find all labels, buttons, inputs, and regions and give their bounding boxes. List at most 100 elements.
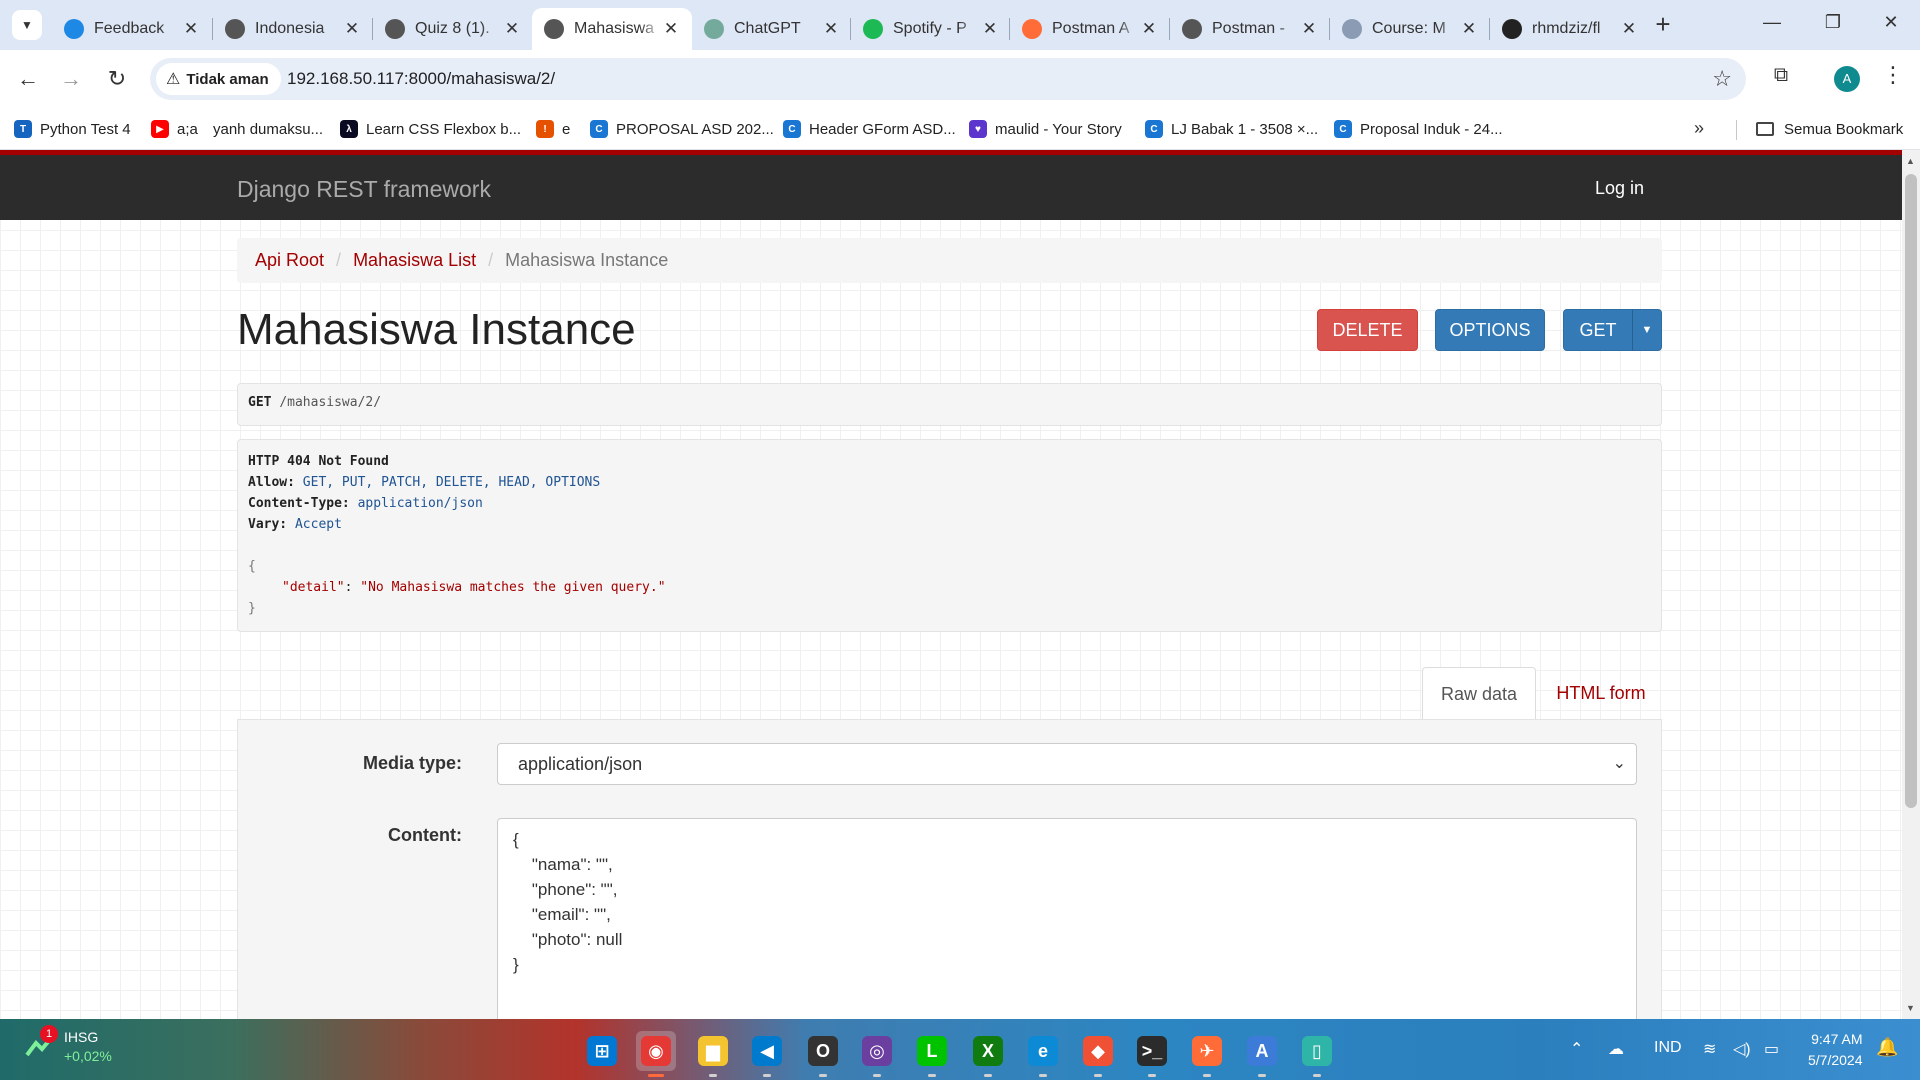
bookmark-item[interactable]: C PROPOSAL ASD 202... — [590, 116, 774, 142]
browser-tab[interactable]: Spotify - P ✕ — [851, 8, 1011, 50]
tab-search-button[interactable]: ▼ — [12, 10, 42, 40]
camera-app-icon[interactable]: ◎ — [857, 1031, 897, 1071]
tab-close-icon[interactable]: ✕ — [1300, 19, 1318, 39]
media-type-select[interactable]: application/json ⌄ — [497, 743, 1637, 785]
options-button[interactable]: OPTIONS — [1435, 309, 1545, 351]
canva-icon: C — [1145, 120, 1163, 138]
terminal-icon[interactable]: >_ — [1132, 1031, 1172, 1071]
tab-html-form[interactable]: HTML form — [1540, 667, 1662, 720]
restore-icon: ❐ — [1824, 12, 1842, 32]
delete-button[interactable]: DELETE — [1317, 309, 1418, 351]
vscode-icon[interactable]: ◀ — [747, 1031, 787, 1071]
notepad-icon[interactable]: ▯ — [1297, 1031, 1337, 1071]
bookmark-item[interactable]: C Proposal Induk - 24... — [1334, 116, 1503, 142]
browser-tab[interactable]: ChatGPT ✕ — [692, 8, 852, 50]
tab-close-icon[interactable]: ✕ — [1460, 19, 1478, 39]
scroll-down-arrow-icon[interactable]: ▼ — [1906, 1003, 1915, 1013]
tab-close-icon[interactable]: ✕ — [1140, 19, 1158, 39]
running-indicator — [763, 1074, 771, 1077]
tab-close-icon[interactable]: ✕ — [981, 19, 999, 39]
bookmark-item[interactable]: ♥ maulid - Your Story — [969, 116, 1122, 142]
profile-avatar[interactable]: A — [1834, 66, 1860, 92]
browser-tab[interactable]: Postman - ✕ — [1170, 8, 1330, 50]
globe-icon — [225, 19, 245, 39]
tab-close-icon[interactable]: ✕ — [1620, 19, 1638, 39]
line-icon[interactable]: L — [912, 1031, 952, 1071]
github-icon — [1502, 19, 1522, 39]
windows-start-icon[interactable]: ⊞ — [582, 1031, 622, 1071]
bookmark-item[interactable]: C LJ Babak 1 - 3508 ×... — [1145, 116, 1318, 142]
stock-widget[interactable]: 1 IHSG +0,02% — [24, 1025, 112, 1064]
chrome-icon[interactable]: ◉ — [636, 1031, 676, 1071]
url-text[interactable]: 192.168.50.117:8000/mahasiswa/2/ — [287, 69, 555, 89]
running-indicator — [928, 1074, 936, 1077]
browser-tab[interactable]: Quiz 8 (1). ✕ — [373, 8, 533, 50]
bookmark-star-icon[interactable]: ☆ — [1712, 66, 1732, 92]
minimize-button[interactable]: — — [1757, 12, 1787, 38]
language-indicator[interactable]: IND — [1654, 1039, 1682, 1057]
new-tab-button[interactable]: + — [1650, 11, 1676, 38]
wifi-icon[interactable]: ≋ — [1703, 1039, 1716, 1059]
system-clock[interactable]: 9:47 AM 5/7/2024 — [1808, 1029, 1863, 1071]
onedrive-icon[interactable]: ☁ — [1608, 1039, 1624, 1059]
content-textarea[interactable]: { "nama": "", "phone": "", "email": "", … — [497, 818, 1637, 1019]
bookmark-item[interactable]: T Python Test 4 — [14, 116, 131, 142]
json-colon: : — [344, 580, 361, 595]
browser-tab[interactable]: rhmdziz/fl ✕ — [1490, 8, 1650, 50]
all-bookmarks-button[interactable]: Semua Bookmark — [1756, 116, 1903, 142]
app-a-icon[interactable]: A — [1242, 1031, 1282, 1071]
more-bookmarks-chevron-icon[interactable]: » — [1694, 118, 1704, 139]
get-format-dropdown-button[interactable]: ▼ — [1632, 309, 1662, 351]
media-type-value: application/json — [518, 754, 643, 774]
close-window-button[interactable]: ✕ — [1876, 12, 1906, 38]
postman-icon[interactable]: ✈ — [1187, 1031, 1227, 1071]
git-icon[interactable]: ◆ — [1078, 1031, 1118, 1071]
reload-button[interactable]: ↻ — [102, 64, 132, 94]
security-chip[interactable]: ⚠ Tidak aman — [156, 63, 281, 95]
edge-glyph: e — [1028, 1036, 1058, 1066]
xbox-icon[interactable]: X — [968, 1031, 1008, 1071]
drf-brand-link[interactable]: Django REST framework — [237, 176, 491, 203]
scroll-thumb[interactable] — [1905, 174, 1917, 808]
bookmark-item[interactable]: λ Learn CSS Flexbox b... — [340, 116, 521, 142]
chevron-down-icon: ⌄ — [1612, 755, 1626, 772]
browser-tab[interactable]: Feedback ✕ — [52, 8, 212, 50]
scroll-up-arrow-icon[interactable]: ▲ — [1906, 156, 1915, 166]
breadcrumb-mahasiswa-list[interactable]: Mahasiswa List — [353, 250, 476, 271]
address-bar[interactable]: ⚠ Tidak aman 192.168.50.117:8000/mahasis… — [150, 58, 1746, 100]
tab-close-icon[interactable]: ✕ — [182, 19, 200, 39]
browser-tab[interactable]: Indonesia ✕ — [213, 8, 373, 50]
bookmark-item[interactable]: ▶ a;a — [151, 116, 198, 142]
tab-close-icon[interactable]: ✕ — [662, 19, 680, 39]
tray-overflow-chevron-icon[interactable]: ⌃ — [1570, 1039, 1583, 1059]
arrow-left-icon: ← — [17, 66, 39, 91]
browser-tab[interactable]: Course: M ✕ — [1330, 8, 1490, 50]
obs-icon[interactable]: O — [803, 1031, 843, 1071]
bookmark-item[interactable]: C Header GForm ASD... — [783, 116, 956, 142]
bookmark-item[interactable]: ! e — [536, 116, 570, 142]
tab-close-icon[interactable]: ✕ — [343, 19, 361, 39]
tab-title: Course: M — [1372, 20, 1446, 37]
restore-button[interactable]: ❐ — [1818, 12, 1848, 38]
notification-bell-icon[interactable]: 🔔 — [1876, 1037, 1898, 1058]
file-explorer-icon[interactable]: ▆ — [693, 1031, 733, 1071]
breadcrumb-api-root[interactable]: Api Root — [255, 250, 324, 271]
extensions-puzzle-icon[interactable]: ⧉ — [1766, 64, 1796, 94]
bookmark-item[interactable]: yanh dumaksu... — [213, 116, 323, 142]
tab-close-icon[interactable]: ✕ — [503, 19, 521, 39]
forward-button[interactable]: → — [56, 64, 86, 94]
page-scrollbar[interactable]: ▲ ▼ — [1902, 150, 1920, 1019]
bookmark-label: LJ Babak 1 - 3508 ×... — [1171, 120, 1319, 138]
get-button[interactable]: GET — [1563, 309, 1633, 351]
volume-icon[interactable]: ◁) — [1733, 1039, 1751, 1059]
back-button[interactable]: ← — [13, 64, 43, 94]
browser-tab[interactable]: Mahasiswa ✕ — [532, 8, 692, 50]
battery-icon[interactable]: ▭ — [1764, 1039, 1779, 1059]
browser-menu-kebab-icon[interactable]: ⋮ — [1882, 62, 1904, 92]
browser-tab[interactable]: Postman A ✕ — [1010, 8, 1170, 50]
edge-icon[interactable]: e — [1023, 1031, 1063, 1071]
tab-raw-data[interactable]: Raw data — [1422, 667, 1536, 720]
login-link[interactable]: Log in — [1595, 178, 1644, 199]
bookmark-label: Proposal Induk - 24... — [1360, 120, 1503, 138]
tab-close-icon[interactable]: ✕ — [822, 19, 840, 39]
